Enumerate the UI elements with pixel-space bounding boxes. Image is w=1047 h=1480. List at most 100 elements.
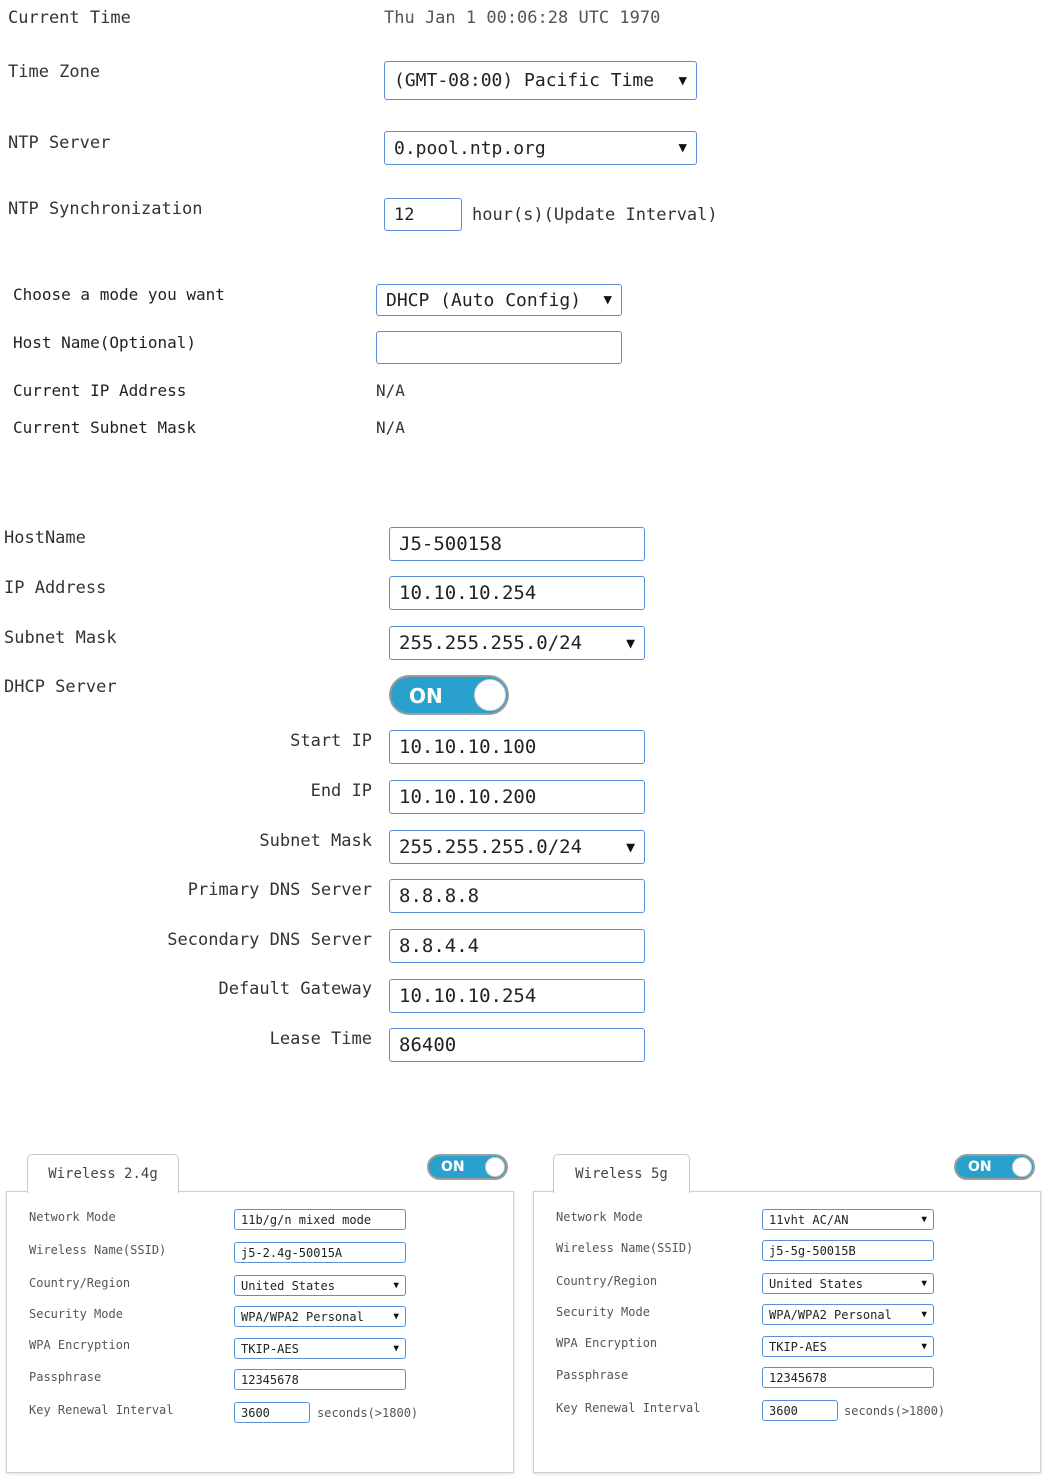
lease-time-input[interactable]: 86400 — [389, 1028, 645, 1062]
security-mode-select[interactable]: WPA/WPA2 Personal ▼ — [762, 1304, 934, 1325]
chevron-down-icon: ▼ — [626, 634, 635, 652]
passphrase-input[interactable]: 12345678 — [234, 1369, 406, 1390]
security-mode-select[interactable]: WPA/WPA2 Personal ▼ — [234, 1306, 406, 1327]
ip-address-input[interactable]: 10.10.10.254 — [389, 576, 645, 610]
end-ip-value: 10.10.10.200 — [399, 786, 537, 808]
primary-dns-input[interactable]: 8.8.8.8 — [389, 879, 645, 913]
key-renewal-unit: seconds(>1800) — [317, 1406, 419, 1420]
passphrase-value: 12345678 — [241, 1372, 299, 1387]
security-mode-value: WPA/WPA2 Personal — [241, 1309, 364, 1324]
tab-label: Wireless 5g — [575, 1166, 668, 1182]
encryption-value: TKIP-AES — [241, 1341, 299, 1356]
key-renewal-unit: seconds(>1800) — [844, 1404, 946, 1418]
country-select[interactable]: United States ▼ — [762, 1273, 934, 1294]
lease-time-value: 86400 — [399, 1034, 457, 1056]
country-label: Country/Region — [556, 1274, 658, 1288]
host-name-input[interactable] — [376, 331, 622, 364]
ntp-server-value: 0.pool.ntp.org — [394, 137, 546, 159]
chevron-down-icon: ▼ — [603, 292, 612, 308]
dhcp-subnet-mask-value: 255.255.255.0/24 — [399, 836, 583, 858]
key-renewal-label: Key Renewal Interval — [556, 1401, 701, 1415]
time-zone-select[interactable]: (GMT-08:00) Pacific Time ▼ — [384, 61, 697, 100]
country-value: United States — [769, 1276, 863, 1291]
chevron-down-icon: ▼ — [393, 1280, 399, 1291]
key-renewal-value: 3600 — [241, 1405, 270, 1420]
ntp-sync-value: 12 — [394, 204, 415, 225]
tab-wireless-24g[interactable]: Wireless 2.4g — [27, 1154, 179, 1193]
network-mode-value: 11vht AC/AN — [769, 1212, 849, 1227]
dhcp-subnet-mask-select[interactable]: 255.255.255.0/24 ▼ — [389, 830, 645, 864]
chevron-down-icon: ▼ — [921, 1278, 927, 1289]
network-mode-label: Network Mode — [556, 1210, 643, 1224]
wireless-24g-toggle[interactable]: ON — [427, 1154, 508, 1180]
time-zone-label: Time Zone — [8, 62, 101, 82]
chevron-down-icon: ▼ — [626, 838, 635, 856]
default-gateway-input[interactable]: 10.10.10.254 — [389, 979, 645, 1013]
dhcp-subnet-mask-label: Subnet Mask — [259, 831, 372, 851]
wireless-5g-panel: Network Mode 11vht AC/AN ▼ Wireless Name… — [533, 1191, 1041, 1473]
current-time-label: Current Time — [8, 8, 131, 28]
chevron-down-icon: ▼ — [393, 1343, 399, 1354]
ntp-server-select[interactable]: 0.pool.ntp.org ▼ — [384, 131, 697, 165]
subnet-mask-select[interactable]: 255.255.255.0/24 ▼ — [389, 626, 645, 660]
ssid-input[interactable]: j5-5g-50015B — [762, 1240, 934, 1261]
secondary-dns-value: 8.8.4.4 — [399, 935, 480, 957]
toggle-knob — [485, 1157, 505, 1177]
subnet-mask-value: 255.255.255.0/24 — [399, 632, 583, 654]
network-mode-input[interactable]: 11b/g/n mixed mode — [234, 1209, 406, 1230]
ssid-value: j5-2.4g-50015A — [241, 1245, 343, 1260]
ip-address-value: 10.10.10.254 — [399, 582, 537, 604]
key-renewal-value: 3600 — [769, 1403, 798, 1418]
toggle-state: ON — [968, 1159, 992, 1175]
wireless-5g-toggle[interactable]: ON — [954, 1154, 1035, 1180]
network-mode-select[interactable]: 11vht AC/AN ▼ — [762, 1209, 934, 1230]
current-ip-label: Current IP Address — [13, 381, 187, 400]
ntp-sync-label: NTP Synchronization — [8, 199, 203, 219]
chevron-down-icon: ▼ — [678, 140, 687, 156]
tab-wireless-5g[interactable]: Wireless 5g — [553, 1154, 690, 1193]
ssid-label: Wireless Name(SSID) — [29, 1243, 167, 1257]
key-renewal-label: Key Renewal Interval — [29, 1403, 174, 1417]
current-mask-value: N/A — [376, 418, 405, 437]
end-ip-label: End IP — [310, 781, 372, 801]
ntp-sync-unit: hour(s)(Update Interval) — [472, 205, 718, 225]
wireless-24g-panel: Network Mode 11b/g/n mixed mode Wireless… — [6, 1191, 514, 1473]
current-mask-label: Current Subnet Mask — [13, 418, 197, 437]
passphrase-label: Passphrase — [556, 1368, 629, 1382]
encryption-label: WPA Encryption — [556, 1336, 658, 1350]
security-mode-label: Security Mode — [556, 1305, 650, 1319]
start-ip-value: 10.10.10.100 — [399, 736, 537, 758]
network-mode-label: Network Mode — [29, 1210, 116, 1224]
lease-time-label: Lease Time — [269, 1029, 372, 1049]
start-ip-label: Start IP — [290, 731, 372, 751]
country-label: Country/Region — [29, 1276, 131, 1290]
mode-select[interactable]: DHCP (Auto Config) ▼ — [376, 284, 622, 316]
start-ip-input[interactable]: 10.10.10.100 — [389, 730, 645, 764]
tab-label: Wireless 2.4g — [48, 1166, 158, 1182]
default-gateway-label: Default Gateway — [218, 979, 372, 999]
chevron-down-icon: ▼ — [921, 1341, 927, 1352]
secondary-dns-input[interactable]: 8.8.4.4 — [389, 929, 645, 963]
dhcp-server-toggle[interactable]: ON — [389, 675, 509, 715]
encryption-select[interactable]: TKIP-AES ▼ — [234, 1338, 406, 1359]
ssid-value: j5-5g-50015B — [769, 1243, 856, 1258]
country-select[interactable]: United States ▼ — [234, 1275, 406, 1296]
toggle-knob — [1012, 1157, 1032, 1177]
key-renewal-input[interactable]: 3600 — [762, 1400, 838, 1421]
mode-label: Choose a mode you want — [13, 285, 225, 304]
security-mode-label: Security Mode — [29, 1307, 123, 1321]
default-gateway-value: 10.10.10.254 — [399, 985, 537, 1007]
ssid-input[interactable]: j5-2.4g-50015A — [234, 1242, 406, 1263]
time-zone-value: (GMT-08:00) Pacific Time — [394, 70, 655, 91]
ntp-sync-input[interactable]: 12 — [384, 198, 462, 231]
encryption-value: TKIP-AES — [769, 1339, 827, 1354]
encryption-select[interactable]: TKIP-AES ▼ — [762, 1336, 934, 1357]
toggle-knob — [474, 679, 506, 711]
host-name-label: Host Name(Optional) — [13, 333, 197, 352]
key-renewal-input[interactable]: 3600 — [234, 1402, 310, 1423]
end-ip-input[interactable]: 10.10.10.200 — [389, 780, 645, 814]
hostname-input[interactable]: J5-500158 — [389, 527, 645, 561]
ip-address-label: IP Address — [4, 578, 107, 598]
passphrase-input[interactable]: 12345678 — [762, 1367, 934, 1388]
primary-dns-label: Primary DNS Server — [187, 880, 372, 900]
